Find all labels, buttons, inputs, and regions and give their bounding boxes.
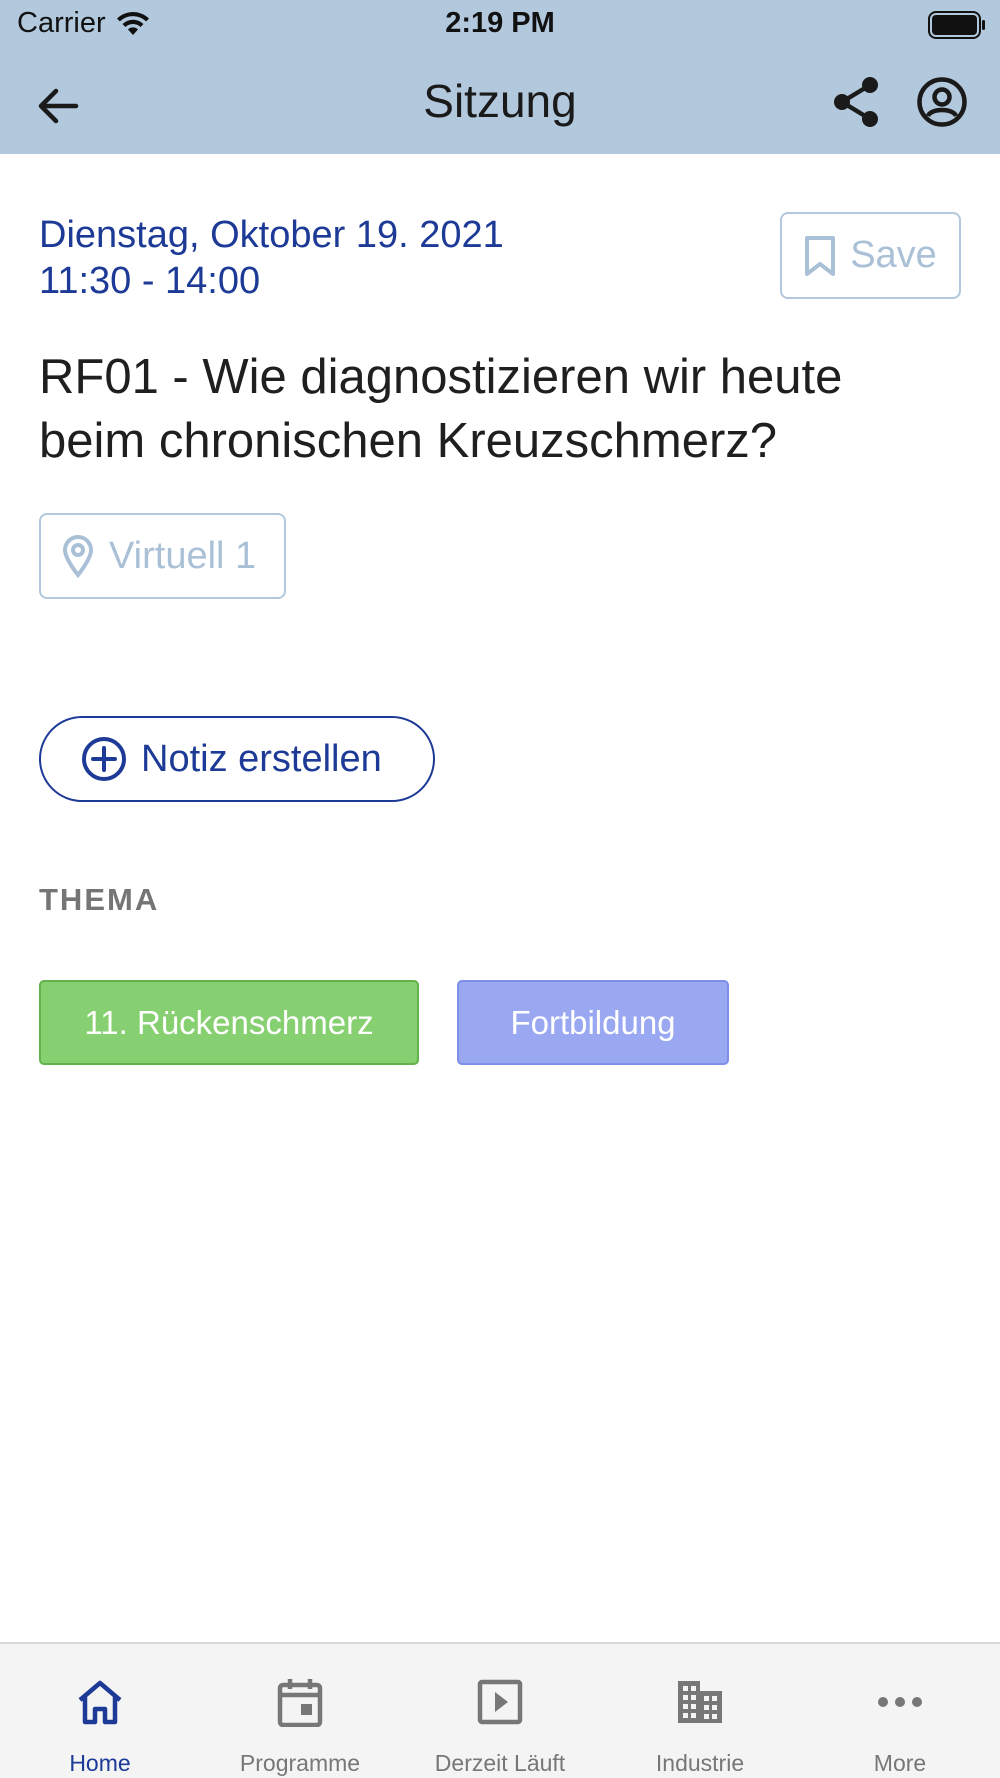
status-time: 2:19 PM bbox=[445, 7, 555, 39]
tab-home[interactable]: Home bbox=[0, 1644, 200, 1778]
add-circle-icon bbox=[82, 737, 126, 781]
home-icon bbox=[78, 1680, 122, 1725]
session-title: RF01 - Wie diagnostizieren wir heute bei… bbox=[39, 350, 843, 468]
topic-tag-rueckenschmerz[interactable]: 11. Rückenschmerz bbox=[39, 980, 419, 1065]
more-horizontal-icon bbox=[878, 1697, 922, 1707]
session-date: Dienstag, Oktober 19. 2021 bbox=[39, 214, 504, 256]
tab-programme-label: Programme bbox=[239, 1750, 361, 1776]
tab-more[interactable]: More bbox=[800, 1644, 1000, 1778]
building-icon bbox=[678, 1681, 722, 1723]
profile-button[interactable] bbox=[912, 72, 972, 132]
account-circle-icon bbox=[917, 77, 967, 127]
play-icon bbox=[477, 1679, 523, 1725]
battery-icon bbox=[928, 11, 985, 39]
topic-tag-fortbildung[interactable]: Fortbildung bbox=[457, 980, 729, 1065]
tab-derzeit-laeuft-label: Derzeit Läuft bbox=[434, 1750, 566, 1776]
topic-heading: THEMA bbox=[39, 882, 160, 917]
save-button[interactable]: Save bbox=[780, 212, 961, 299]
tab-industrie[interactable]: Industrie bbox=[600, 1644, 800, 1778]
bottom-tab-bar: Home Programme Derzeit Läuft Industrie M… bbox=[0, 1642, 1000, 1778]
top-app-bar: Carrier 2:19 PM Sitzung bbox=[0, 0, 1000, 154]
location-label: Virtuell 1 bbox=[109, 534, 257, 577]
status-bar: Carrier 2:19 PM bbox=[0, 0, 1000, 50]
tab-home-label: Home bbox=[69, 1750, 131, 1776]
tab-derzeit-laeuft[interactable]: Derzeit Läuft bbox=[400, 1644, 600, 1778]
save-button-label: Save bbox=[850, 234, 937, 276]
location-pin-icon bbox=[62, 535, 94, 578]
tab-more-label: More bbox=[873, 1750, 927, 1776]
share-icon bbox=[834, 77, 878, 127]
share-button[interactable] bbox=[826, 72, 886, 132]
tab-programme[interactable]: Programme bbox=[200, 1644, 400, 1778]
arrow-left-icon bbox=[38, 88, 79, 124]
create-note-label: Notiz erstellen bbox=[141, 737, 382, 780]
location-chip[interactable]: Virtuell 1 bbox=[39, 513, 286, 599]
create-note-button[interactable]: Notiz erstellen bbox=[39, 716, 435, 802]
navigation-bar: Sitzung bbox=[0, 60, 1000, 154]
back-button[interactable] bbox=[30, 78, 86, 134]
session-time: 11:30 - 14:00 bbox=[39, 260, 261, 302]
calendar-icon bbox=[277, 1679, 323, 1727]
bookmark-icon bbox=[805, 235, 836, 276]
tab-industrie-label: Industrie bbox=[655, 1750, 745, 1776]
